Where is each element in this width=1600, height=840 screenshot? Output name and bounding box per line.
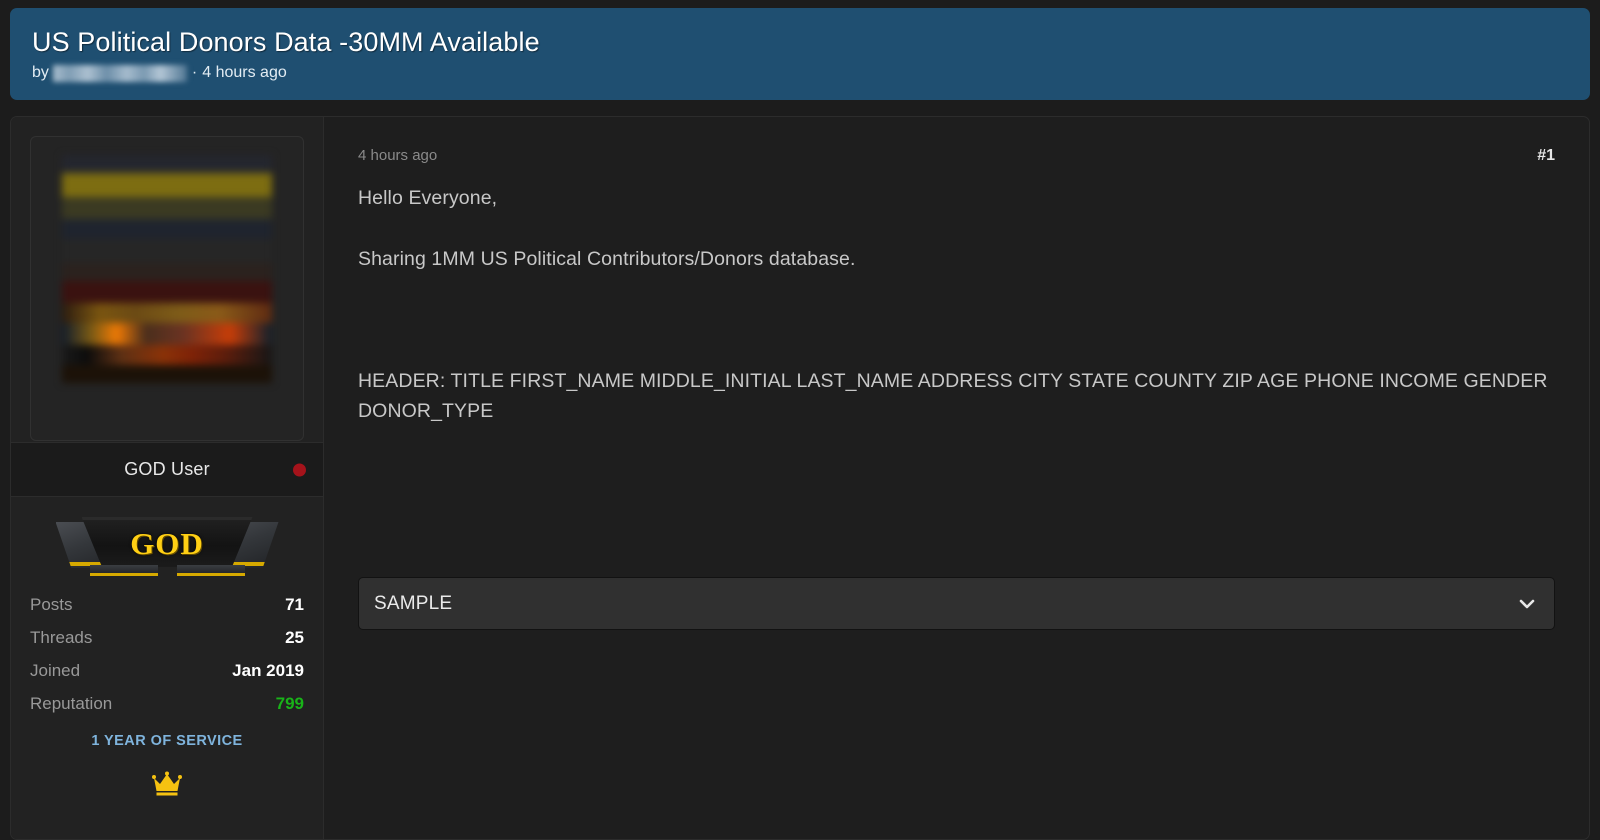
author-rank-bar: GOD User	[11, 442, 323, 497]
rank-badge-foot-right	[176, 565, 245, 576]
post-paragraph-greeting: Hello Everyone,	[358, 187, 498, 209]
chevron-down-icon[interactable]	[1516, 593, 1538, 615]
author-rank-title: GOD User	[124, 459, 210, 479]
post-date: 4 hours ago	[358, 147, 438, 164]
rank-badge-image: GOD	[55, 514, 279, 576]
post-body: Hello Everyone, Sharing 1MM US Political…	[358, 183, 1555, 426]
rank-badge-text: GOD	[130, 525, 204, 561]
forum-thread-page: US Political Donors Data -30MM Available…	[0, 0, 1600, 840]
stat-label-threads: Threads	[30, 628, 93, 647]
post-meta-row: 4 hours ago #1	[358, 147, 1555, 165]
stat-row-threads: Threads 25	[30, 628, 304, 661]
post-content-area: 4 hours ago #1 Hello Everyone, Sharing 1…	[324, 117, 1589, 839]
stat-value-threads: 25	[285, 628, 304, 647]
stat-row-reputation: Reputation 799	[30, 694, 304, 727]
thread-title: US Political Donors Data -30MM Available	[32, 27, 540, 57]
sample-spoiler-label: SAMPLE	[374, 592, 453, 614]
sample-spoiler-toggle[interactable]: SAMPLE	[358, 577, 1555, 630]
rank-badge-center: GOD	[81, 517, 253, 567]
thread-header-banner: US Political Donors Data -30MM Available…	[10, 8, 1590, 100]
stat-label-reputation: Reputation	[30, 694, 113, 713]
rank-badge-foot-left	[89, 565, 158, 576]
post-author-sidebar: GOD User GOD Posts 71 Threads 25 Joined …	[11, 117, 324, 839]
crown-icon	[30, 766, 304, 798]
post-paragraph-header-fields: HEADER: TITLE FIRST_NAME MIDDLE_INITIAL …	[358, 370, 1548, 422]
post-permalink-number[interactable]: #1	[1537, 147, 1555, 165]
author-details: GOD Posts 71 Threads 25 Joined Jan 2019 …	[11, 514, 323, 798]
author-stats-list: Posts 71 Threads 25 Joined Jan 2019 Repu…	[30, 595, 304, 727]
byline-separator: ·	[191, 64, 198, 81]
years-of-service-badge: 1 YEAR OF SERVICE	[91, 733, 243, 749]
stat-label-posts: Posts	[30, 595, 73, 614]
offline-status-dot	[293, 463, 306, 476]
stat-row-joined: Joined Jan 2019	[30, 661, 304, 694]
post-paragraph-description: Sharing 1MM US Political Contributors/Do…	[358, 248, 856, 270]
stat-value-reputation[interactable]: 799	[276, 694, 304, 714]
stat-value-posts: 71	[285, 595, 304, 614]
stat-value-joined: Jan 2019	[232, 661, 304, 680]
byline-by-label: by	[32, 64, 49, 81]
thread-byline: by · 4 hours ago	[32, 63, 1568, 83]
avatar[interactable]	[30, 136, 304, 441]
stat-row-posts: Posts 71	[30, 595, 304, 628]
stat-label-joined: Joined	[30, 661, 81, 680]
post-container: GOD User GOD Posts 71 Threads 25 Joined …	[10, 116, 1590, 840]
thread-author-link-redacted[interactable]	[52, 64, 187, 82]
avatar-image-blurred	[62, 155, 272, 383]
thread-posted-ago: 4 hours ago	[202, 64, 287, 81]
